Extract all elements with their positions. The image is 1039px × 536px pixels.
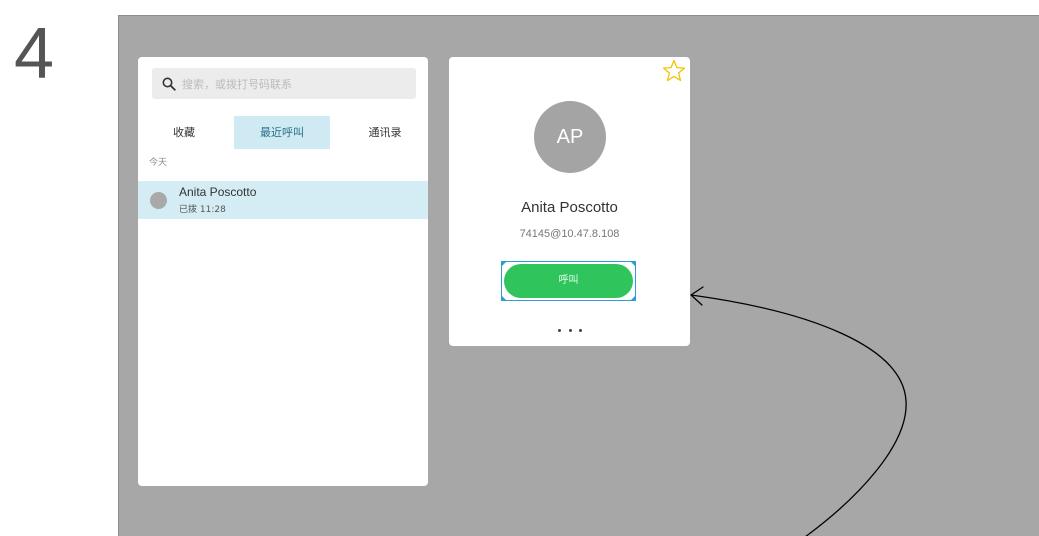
device-screen: 搜索，或拨打号码联系 收藏 最近呼叫 通讯录 今天 Anita Poscotto…	[118, 15, 1039, 536]
arrow-annotation	[690, 286, 907, 536]
step-number: 4	[14, 14, 55, 94]
